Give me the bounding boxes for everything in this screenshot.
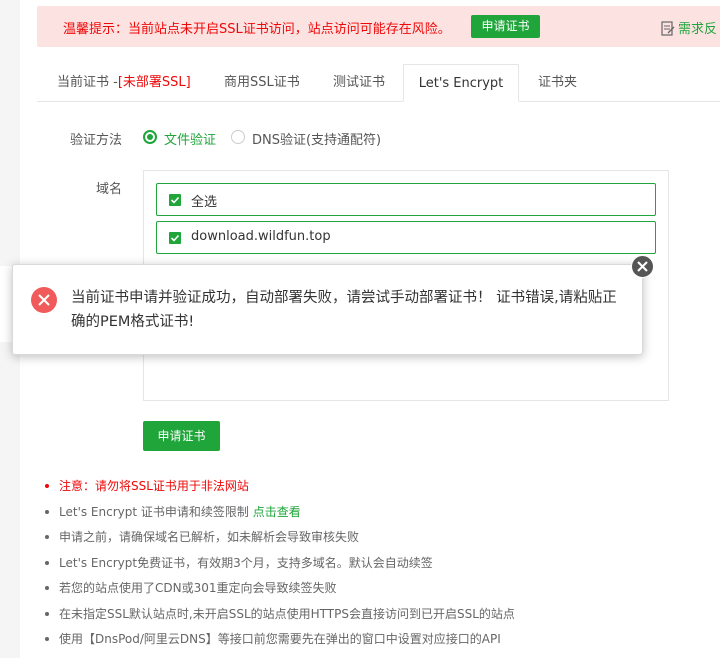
close-popup-button[interactable] — [631, 255, 654, 278]
warning-apply-button[interactable]: 申请证书 — [471, 15, 540, 38]
tab-current-cert-label: 当前证书 - — [57, 75, 118, 90]
tab-commercial-ssl[interactable]: 商用SSL证书 — [224, 64, 300, 101]
list-item: 使用【DnsPod/阿里云DNS】等接口前您需要先在弹出的窗口中设置对应接口的A… — [41, 630, 515, 656]
radio-file-verify-label[interactable]: 文件验证 — [164, 129, 216, 148]
list-item: 若您的站点使用了CDN或301重定向会导致续签失败 — [41, 579, 515, 605]
tab-lets-encrypt[interactable]: Let's Encrypt — [403, 64, 519, 102]
note-text: Let's Encrypt 证书申请和续签限制 — [59, 504, 253, 519]
list-item: 在未指定SSL默认站点时,未开启SSL的站点使用HTTPS会直接访问到已开启SS… — [41, 605, 515, 631]
check-icon — [170, 196, 180, 204]
warning-text: 温馨提示：当前站点未开启SSL证书访问，站点访问可能存在风险。 — [63, 22, 451, 37]
tab-test-cert[interactable]: 测试证书 — [333, 64, 385, 101]
check-icon — [170, 234, 180, 242]
list-item: Let's Encrypt 证书申请和续签限制 点击查看 — [41, 503, 515, 529]
tab-cert-folder[interactable]: 证书夹 — [538, 64, 577, 101]
tab-current-cert-status: [未部署SSL] — [117, 75, 191, 90]
select-all-checkbox[interactable] — [169, 194, 181, 206]
close-icon — [637, 261, 648, 272]
domain-name: download.wildfun.top — [191, 229, 331, 244]
ssl-warning-banner: 温馨提示：当前站点未开启SSL证书访问，站点访问可能存在风险。 申请证书 需求反 — [37, 6, 720, 47]
list-item: Let's Encrypt免费证书，有效期3个月，支持多域名。默认会自动续签 — [41, 554, 515, 580]
select-all-label: 全选 — [191, 195, 218, 210]
apply-cert-button[interactable]: 申请证书 — [143, 421, 220, 451]
list-item: 申请之前，请确保域名已解析，如未解析会导致审核失败 — [41, 528, 515, 554]
tab-current-cert[interactable]: 当前证书 -[未部署SSL] — [57, 64, 191, 101]
error-icon — [31, 287, 57, 313]
tabs-divider — [37, 101, 720, 102]
radio-file-verify[interactable] — [143, 130, 157, 144]
view-limits-link[interactable]: 点击查看 — [253, 505, 301, 519]
domain-label: 域名 — [96, 182, 123, 197]
error-popup: 当前证书申请并验证成功，自动部署失败，请尝试手动部署证书！ 证书错误,请粘贴正确… — [12, 264, 643, 355]
radio-dns-verify-label[interactable]: DNS验证(支持通配符) — [252, 129, 381, 148]
popup-backdrop-edge — [0, 266, 12, 342]
feedback-link[interactable]: 需求反 — [661, 18, 717, 37]
select-all-row[interactable]: 全选 — [156, 183, 656, 216]
domain-row[interactable]: download.wildfun.top — [156, 221, 656, 254]
list-item: 注意：请勿将SSL证书用于非法网站 — [41, 477, 515, 503]
verify-method-label: 验证方法 — [70, 133, 123, 148]
feedback-label: 需求反 — [678, 22, 718, 37]
radio-dns-verify[interactable] — [231, 130, 245, 144]
error-message: 当前证书申请并验证成功，自动部署失败，请尝试手动部署证书！ 证书错误,请粘贴正确… — [71, 290, 617, 330]
domain-checkbox[interactable] — [169, 232, 181, 244]
notes-list: 注意：请勿将SSL证书用于非法网站 Let's Encrypt 证书申请和续签限… — [41, 477, 515, 656]
edit-icon — [661, 21, 675, 36]
